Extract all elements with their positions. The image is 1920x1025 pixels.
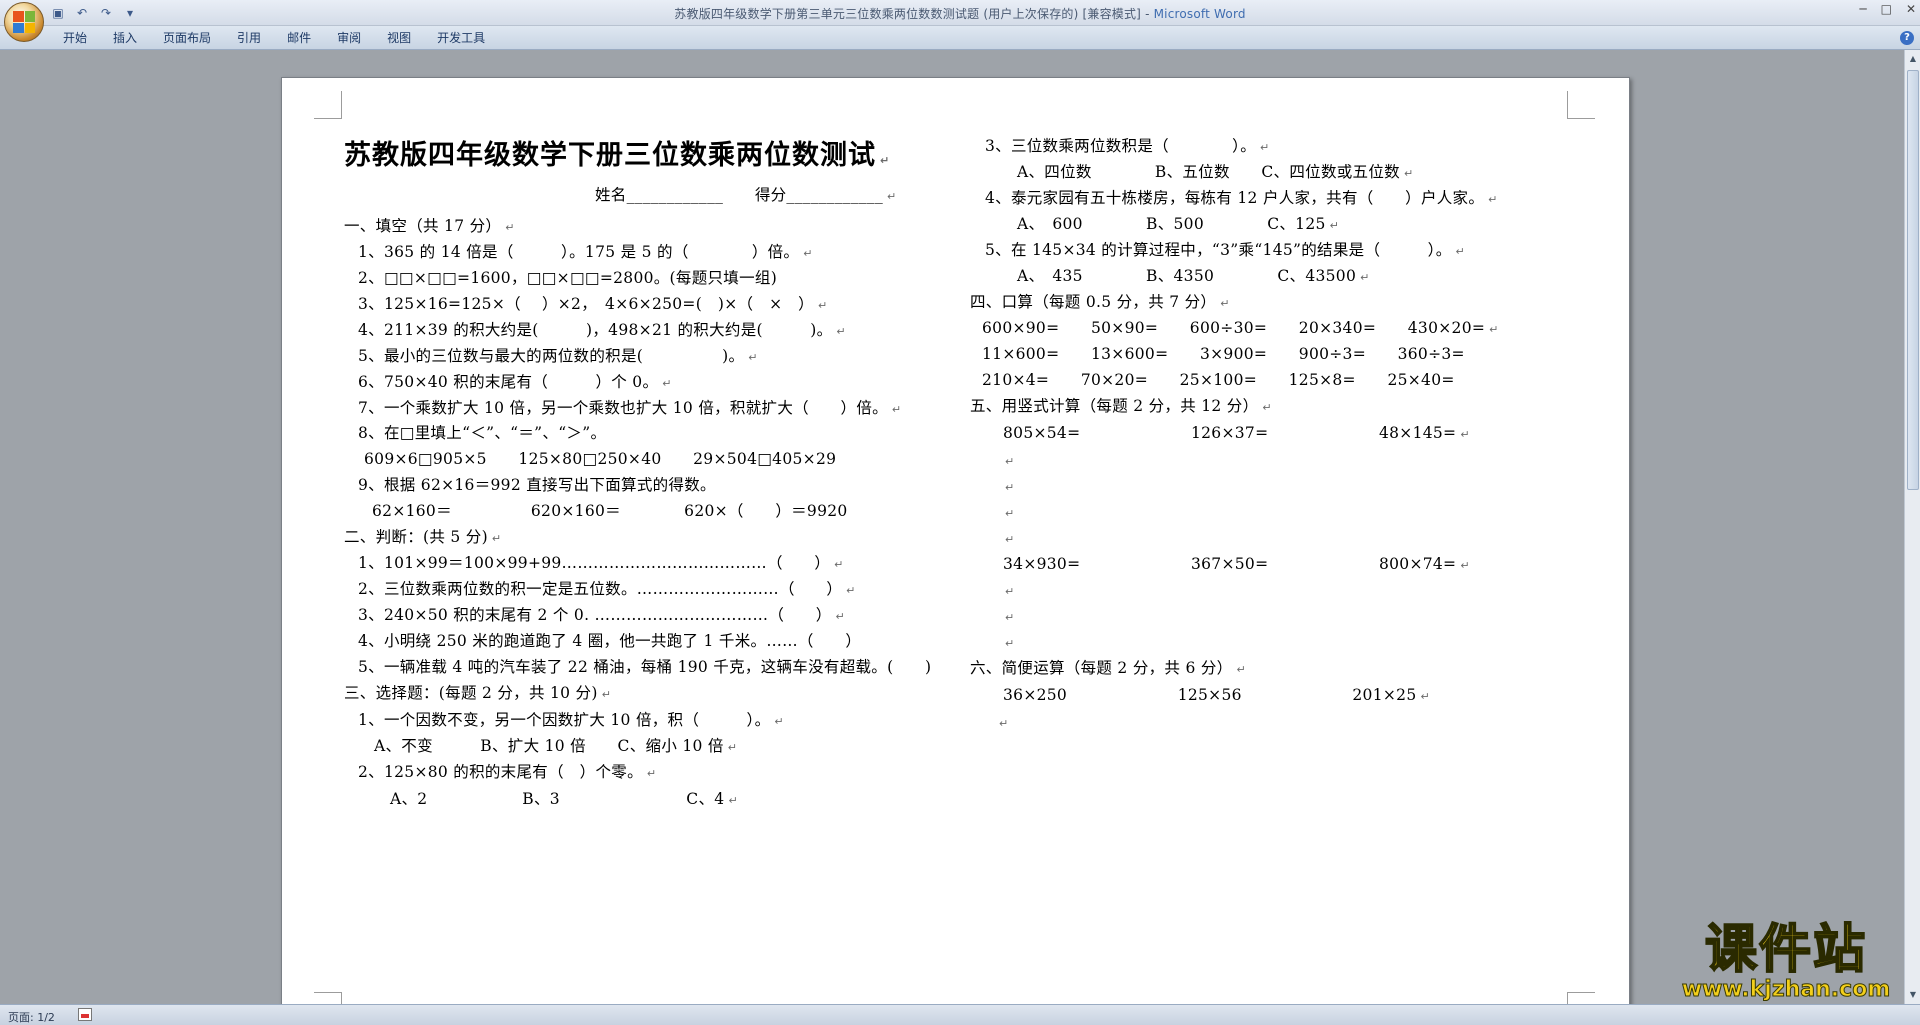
question-line: 8、在□里填上“＜”、“＝”、“＞”。 (358, 424, 607, 442)
paragraph-mark: ↵ (1005, 455, 1015, 468)
ribbon-tabs: 开始 插入 页面布局 引用 邮件 审阅 视图 开发工具 (50, 30, 498, 47)
paragraph-mark: ↵ (1005, 637, 1015, 650)
paragraph-mark: ↵ (1005, 533, 1015, 546)
calc-line: 805×54= 126×37= 48×145= ↵ (1003, 424, 1470, 442)
scrollbar-thumb[interactable] (1907, 70, 1919, 490)
calc-line: 210×4= 70×20= 25×100= 125×8= 25×40= (982, 371, 1455, 389)
calc-line: 34×930= 367×50= 800×74= ↵ (1003, 555, 1470, 573)
window-controls: ─ □ ✕ (1859, 2, 1916, 16)
margin-corner (314, 91, 342, 119)
tab-page-layout[interactable]: 页面布局 (150, 30, 224, 47)
question-line: 1、一个因数不变，另一个因数扩大 10 倍，积（ ）。 ↵ (358, 711, 784, 729)
question-line: 609×6□905×5 125×80□250×40 29×504□405×29 (364, 450, 837, 468)
document-area[interactable]: 苏教版四年级数学下册三位数乘两位数测试 ↵ 姓名____________ 得分__… (0, 50, 1904, 1004)
section-heading: 一、填空（共 17 分） ↵ (344, 217, 515, 235)
scroll-up-icon[interactable]: ▲ (1907, 52, 1919, 66)
title-bar: ▣ ↶ ↷ ▾ 苏教版四年级数学下册第三单元三位数乘两位数数测试题 (用户上次保… (0, 0, 1920, 26)
question-line: 5、一辆准载 4 吨的汽车装了 22 桶油，每桶 190 千克，这辆车没有超载。… (358, 658, 932, 676)
question-line: 1、101×99＝100×99+99…………………………………（ ） ↵ (358, 554, 844, 572)
option-line: A、 435 B、4350 C、43500 ↵ (1017, 267, 1370, 285)
window-title-app: Microsoft Word (1153, 7, 1246, 21)
question-line: 3、125×16=125×（ ）×2， 4×6×250=( )×（ × ） ↵ (358, 295, 828, 313)
doc-title: 苏教版四年级数学下册三位数乘两位数测试 ↵ (344, 140, 891, 171)
close-icon[interactable]: ✕ (1906, 2, 1916, 16)
office-logo-icon (13, 11, 35, 33)
help-icon[interactable]: ? (1900, 31, 1914, 45)
paragraph-mark: ↵ (1005, 585, 1015, 598)
question-line: 5、最小的三位数与最大的两位数的积是( )。 ↵ (358, 347, 758, 365)
document-page[interactable]: 苏教版四年级数学下册三位数乘两位数测试 ↵ 姓名____________ 得分__… (281, 77, 1630, 1004)
question-line: 62×160＝ 620×160＝ 620×（ ）＝9920 (372, 502, 848, 520)
question-line: 2、125×80 的积的末尾有（ ）个零。 ↵ (358, 763, 657, 781)
tab-home[interactable]: 开始 (50, 30, 100, 47)
section-heading: 六、简便运算（每题 2 分，共 6 分） ↵ (970, 659, 1246, 677)
paragraph-mark: ↵ (1005, 611, 1015, 624)
question-line: 7、一个乘数扩大 10 倍，另一个乘数也扩大 10 倍，积就扩大（ ）倍。 ↵ (358, 399, 902, 417)
window-title-doc: 苏教版四年级数学下册第三单元三位数乘两位数数测试题 (用户上次保存的) [兼容模… (674, 7, 1154, 21)
ribbon: 开始 插入 页面布局 引用 邮件 审阅 视图 开发工具 ? (0, 26, 1920, 50)
minimize-icon[interactable]: ─ (1859, 2, 1866, 16)
calc-line: 600×90= 50×90= 600÷30= 20×340= 430×20= ↵ (982, 319, 1499, 337)
question-line: 2、三位数乘两位数的积一定是五位数。………………………（ ） ↵ (358, 580, 856, 598)
question-line: 6、750×40 积的末尾有（ ）个 0。 ↵ (358, 373, 672, 391)
margin-corner (314, 992, 342, 1004)
window-title: 苏教版四年级数学下册第三单元三位数乘两位数数测试题 (用户上次保存的) [兼容模… (0, 5, 1920, 22)
question-line: 4、小明绕 250 米的跑道跑了 4 圈，他一共跑了 1 千米。……（ ） (358, 632, 862, 650)
watermark-main: 课件站 (1704, 920, 1867, 980)
status-bar: 页面: 1/2 (0, 1004, 1920, 1025)
maximize-icon[interactable]: □ (1881, 2, 1892, 16)
question-line: 2、□□×□□=1600，□□×□□=2800。(每题只填一组) (358, 269, 778, 287)
section-heading: 二、判断：(共 5 分) ↵ (344, 528, 502, 546)
section-heading: 五、用竖式计算（每题 2 分，共 12 分） ↵ (970, 397, 1272, 415)
option-line: A、不变 B、扩大 10 倍 C、缩小 10 倍 ↵ (374, 737, 738, 755)
question-line: 9、根据 62×16＝992 直接写出下面算式的得数。 (358, 476, 716, 494)
question-line: 4、211×39 的积大约是( )，498×21 的积大约是( )。 ↵ (358, 321, 846, 339)
question-line: 3、240×50 积的末尾有 2 个 0. ……………………………（ ） ↵ (358, 606, 846, 624)
section-heading: 四、口算（每题 0.5 分，共 7 分） ↵ (970, 293, 1230, 311)
vertical-scrollbar[interactable]: ▲ ▼ (1904, 50, 1920, 1004)
section-heading: 三、选择题：(每题 2 分，共 10 分) ↵ (344, 684, 612, 702)
tab-mailings[interactable]: 邮件 (274, 30, 324, 47)
option-line: A、2 B、3 C、4 ↵ (390, 790, 738, 808)
paragraph-mark: ↵ (1005, 507, 1015, 520)
paragraph-mark: ↵ (1005, 481, 1015, 494)
tab-insert[interactable]: 插入 (100, 30, 150, 47)
question-line: 4、泰元家园有五十栋楼房，每栋有 12 户人家，共有（ ）户人家。 ↵ (985, 189, 1498, 207)
calc-line: 11×600= 13×600= 3×900= 900÷3= 360÷3= (982, 345, 1465, 363)
question-line: 3、三位数乘两位数积是（ ）。 ↵ (985, 137, 1270, 155)
tab-developer[interactable]: 开发工具 (424, 30, 498, 47)
paragraph-mark: ↵ (999, 717, 1009, 730)
office-button[interactable] (4, 2, 44, 42)
macro-record-icon[interactable] (78, 1008, 92, 1021)
watermark-url: www.kjzhan.com (1681, 977, 1891, 1002)
margin-corner (1567, 992, 1595, 1004)
scroll-down-icon[interactable]: ▼ (1907, 988, 1919, 1002)
option-line: A、四位数 B、五位数 C、四位数或五位数 ↵ (1017, 163, 1414, 181)
tab-review[interactable]: 审阅 (324, 30, 374, 47)
tab-references[interactable]: 引用 (224, 30, 274, 47)
site-watermark: 课件站 www.kjzhan.com (1668, 920, 1904, 1004)
tab-view[interactable]: 视图 (374, 30, 424, 47)
question-line: 1、365 的 14 倍是（ ）。175 是 5 的（ ）倍。 ↵ (358, 243, 813, 261)
question-line: 5、在 145×34 的计算过程中，“3”乘“145”的结果是（ ）。 ↵ (985, 241, 1466, 259)
option-line: A、 600 B、500 C、125 ↵ (1017, 215, 1340, 233)
calc-line: 36×250 125×56 201×25 ↵ (1003, 686, 1431, 704)
page-count[interactable]: 页面: 1/2 (8, 1009, 55, 1025)
margin-corner (1567, 91, 1595, 119)
name-score-line: 姓名____________ 得分____________ ↵ (595, 186, 897, 204)
